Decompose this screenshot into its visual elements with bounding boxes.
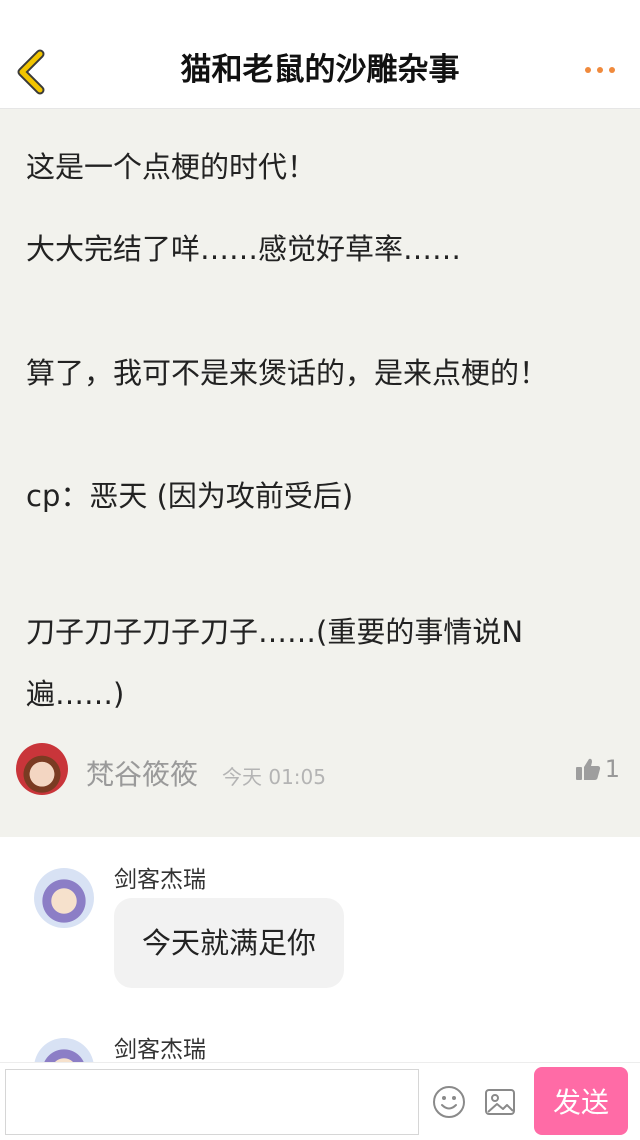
author-name[interactable]: 梵谷筱筱: [86, 753, 198, 793]
post-line: 大大完结了咩……感觉好草率……: [26, 232, 462, 266]
page-title: 猫和老鼠的沙雕杂事: [180, 52, 460, 88]
top-bar: 猫和老鼠的沙雕杂事: [0, 0, 640, 109]
image-button[interactable]: [484, 1087, 516, 1117]
comment-input[interactable]: [5, 1069, 419, 1135]
emoji-button[interactable]: [432, 1085, 466, 1119]
comment-item: 剑客杰瑞 今天就满足你: [0, 858, 640, 1008]
smiley-icon: [433, 1086, 465, 1118]
commenter-name[interactable]: 剑客杰瑞: [114, 1030, 206, 1064]
thumbs-up-icon: [575, 758, 600, 780]
post-line: 这是一个点梗的时代！: [26, 150, 317, 184]
commenter-name[interactable]: 剑客杰瑞: [114, 860, 206, 894]
author-avatar[interactable]: [16, 743, 68, 795]
commenter-avatar[interactable]: [34, 868, 94, 928]
post-line: 算了，我可不是来煲话的，是来点梗的！: [26, 356, 549, 390]
comment-composer: 发送: [0, 1062, 640, 1140]
more-button[interactable]: [580, 58, 624, 82]
like-count: 1: [604, 755, 620, 783]
post-line: cp：恶天 (因为攻前受后): [26, 479, 354, 513]
more-dots-icon: [585, 67, 615, 73]
image-icon: [485, 1089, 515, 1115]
post-time: 今天 01:05: [222, 765, 326, 789]
post-line: 刀子刀子刀子刀子……(重要的事情说N遍……): [26, 615, 524, 711]
post-author-row: 梵谷筱筱 今天 01:05 1: [16, 743, 626, 799]
send-button[interactable]: 发送: [534, 1067, 628, 1135]
like-button[interactable]: 1: [575, 755, 620, 783]
comment-bubble: 今天就满足你: [114, 898, 345, 988]
post-card: 这是一个点梗的时代！ 大大完结了咩……感觉好草率…… 算了，我可不是来煲话的，是…: [0, 109, 640, 837]
